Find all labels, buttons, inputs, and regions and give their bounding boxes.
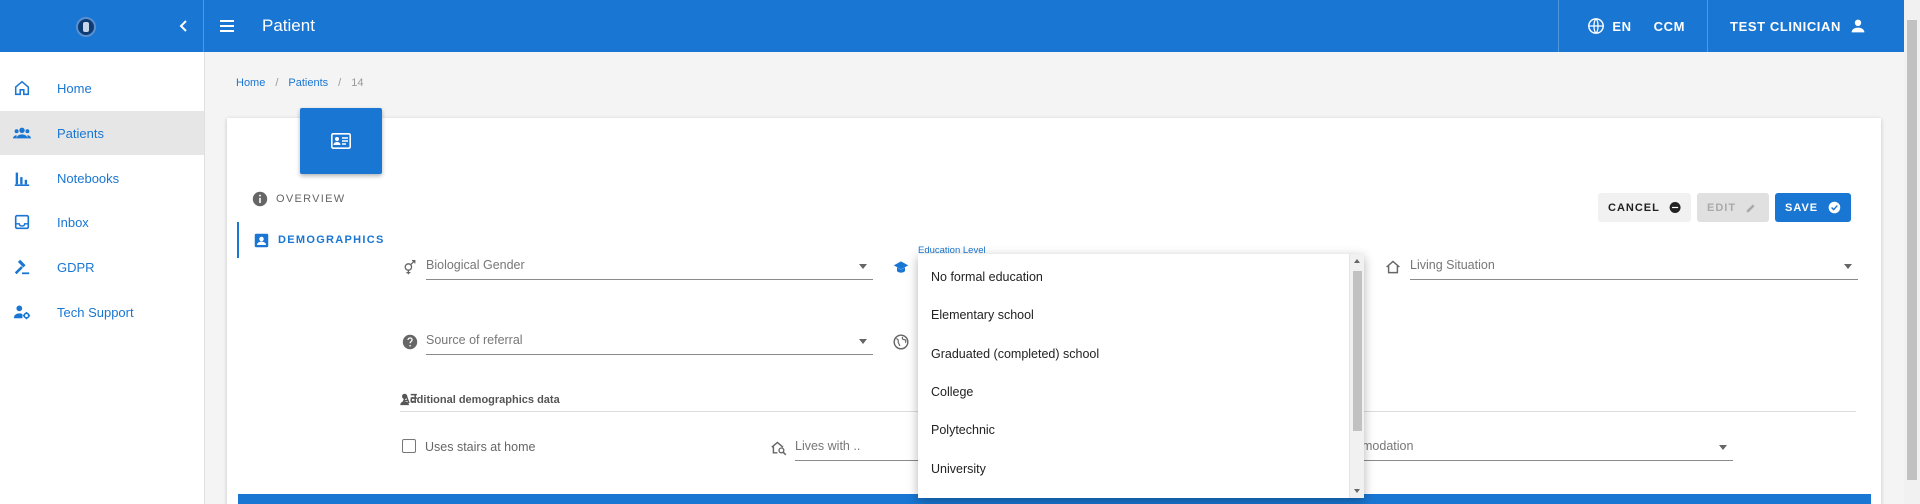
account-icon	[1851, 19, 1865, 33]
cancel-button[interactable]: CANCEL	[1598, 193, 1691, 222]
sidebar-item-label: GDPR	[57, 259, 95, 275]
minus-circle-icon	[1669, 202, 1681, 213]
additional-demographics-title: Additional demographics data	[402, 394, 560, 406]
header-actions: EN CCM TEST CLINICIAN	[1558, 0, 1904, 52]
sidebar-item-label: Home	[57, 80, 92, 96]
language-label: EN	[1612, 18, 1632, 34]
lives-with-placeholder: Lives with ..	[795, 439, 861, 453]
biological-gender-placeholder: Biological Gender	[426, 258, 525, 272]
sidebar-item-inbox[interactable]: Inbox	[0, 200, 204, 244]
home-icon	[14, 80, 30, 96]
dropdown-option[interactable]: Polytechnic	[918, 412, 1348, 448]
user-menu[interactable]: TEST CLINICIAN	[1708, 0, 1904, 52]
bar-chart-icon	[14, 172, 30, 187]
caret-down-icon	[859, 264, 867, 269]
edit-button[interactable]: EDIT	[1697, 193, 1769, 222]
sidebar-item-label: Inbox	[57, 214, 89, 230]
lives-with-select[interactable]: Lives with ..	[795, 435, 923, 461]
chevron-left-icon	[179, 20, 187, 32]
dropdown-scrollbar-thumb[interactable]	[1353, 271, 1362, 431]
check-circle-icon	[1828, 201, 1841, 214]
gavel-icon	[14, 259, 30, 275]
breadcrumb: Home / Patients / 14	[236, 77, 363, 89]
caret-down-icon	[859, 339, 867, 344]
source-of-referral-placeholder: Source of referral	[426, 333, 523, 347]
home-outline-icon	[1386, 260, 1400, 274]
page-title: Patient	[262, 16, 315, 35]
sidebar-item-label: Tech Support	[57, 304, 134, 320]
living-situation-select[interactable]: Living Situation	[1410, 254, 1858, 280]
app-logo[interactable]	[76, 17, 96, 37]
uses-stairs-checkbox[interactable]	[402, 439, 416, 453]
menu-button[interactable]	[217, 16, 237, 36]
breadcrumb-separator: /	[275, 77, 279, 89]
pencil-icon	[1746, 203, 1755, 212]
help-circle-icon	[402, 334, 418, 350]
sidebar-item-notebooks[interactable]: Notebooks	[0, 156, 204, 200]
dropdown-option[interactable]: University	[918, 451, 1348, 487]
uses-stairs-label: Uses stairs at home	[425, 440, 536, 454]
education-level-dropdown[interactable]: No formal education Elementary school Gr…	[918, 254, 1364, 498]
cancel-button-label: CANCEL	[1608, 201, 1660, 214]
hamburger-menu-icon	[220, 20, 234, 32]
sidebar-item-home[interactable]: Home	[0, 66, 204, 110]
tab-overview[interactable]: OVERVIEW	[252, 191, 346, 207]
scroll-down-arrow-icon[interactable]	[1354, 489, 1360, 493]
sidebar-item-tech-support[interactable]: Tech Support	[0, 290, 204, 334]
breadcrumb-home[interactable]: Home	[236, 77, 265, 89]
scroll-up-arrow-icon[interactable]	[1354, 259, 1360, 263]
support-agent-icon	[13, 305, 31, 320]
page-scrollbar[interactable]	[1904, 0, 1920, 504]
org-label: CCM	[1653, 18, 1686, 34]
breadcrumb-current: 14	[351, 77, 364, 89]
language-selector[interactable]: EN	[1559, 0, 1653, 52]
accommodation-select[interactable]: modation	[1362, 435, 1733, 461]
save-button-label: SAVE	[1785, 201, 1819, 214]
living-situation-placeholder: Living Situation	[1410, 258, 1495, 272]
save-button[interactable]: SAVE	[1775, 193, 1851, 222]
contact-card-icon	[254, 233, 269, 247]
sidebar-item-label: Patients	[57, 125, 104, 141]
caret-down-icon	[1844, 264, 1852, 269]
info-icon	[252, 191, 268, 207]
accommodation-placeholder: modation	[1362, 439, 1414, 453]
tab-demographics[interactable]: DEMOGRAPHICS	[237, 222, 385, 258]
org-selector[interactable]: CCM	[1654, 0, 1707, 52]
public-icon	[893, 334, 909, 350]
dropdown-option[interactable]: Elementary school	[918, 297, 1348, 333]
tab-demographics-label: DEMOGRAPHICS	[278, 234, 385, 246]
patient-card-header-badge	[300, 108, 382, 174]
dropdown-option[interactable]: College	[918, 374, 1348, 410]
sidebar: Home Patients Notebooks Inbox GDPR Tech …	[0, 52, 205, 504]
sidebar-item-label: Notebooks	[57, 170, 120, 186]
people-icon	[13, 127, 31, 139]
dropdown-option[interactable]: No formal education	[918, 259, 1348, 295]
caret-down-icon	[1719, 445, 1727, 450]
source-of-referral-select[interactable]: Source of referral	[426, 329, 873, 355]
id-card-icon	[331, 133, 351, 149]
school-icon	[893, 261, 909, 273]
tab-overview-label: OVERVIEW	[276, 193, 346, 205]
biological-gender-select[interactable]: Biological Gender	[426, 254, 873, 280]
logo-area	[0, 0, 204, 52]
inbox-icon	[14, 214, 30, 230]
app-header: Patient EN CCM TEST CLINICIAN	[0, 0, 1904, 52]
home-search-icon	[771, 441, 787, 456]
sidebar-item-gdpr[interactable]: GDPR	[0, 245, 204, 289]
breadcrumb-patients[interactable]: Patients	[288, 77, 328, 89]
breadcrumb-separator: /	[338, 77, 342, 89]
gender-icon	[404, 259, 416, 275]
user-name: TEST CLINICIAN	[1730, 18, 1841, 34]
dropdown-scrollbar[interactable]	[1349, 254, 1364, 498]
sidebar-item-patients[interactable]: Patients	[0, 111, 204, 155]
page-scrollbar-thumb[interactable]	[1907, 20, 1917, 480]
edit-button-label: EDIT	[1707, 201, 1737, 214]
dropdown-option[interactable]: Graduated (completed) school	[918, 336, 1348, 372]
globe-icon	[1588, 18, 1605, 34]
collapse-sidebar-button[interactable]	[174, 16, 194, 36]
